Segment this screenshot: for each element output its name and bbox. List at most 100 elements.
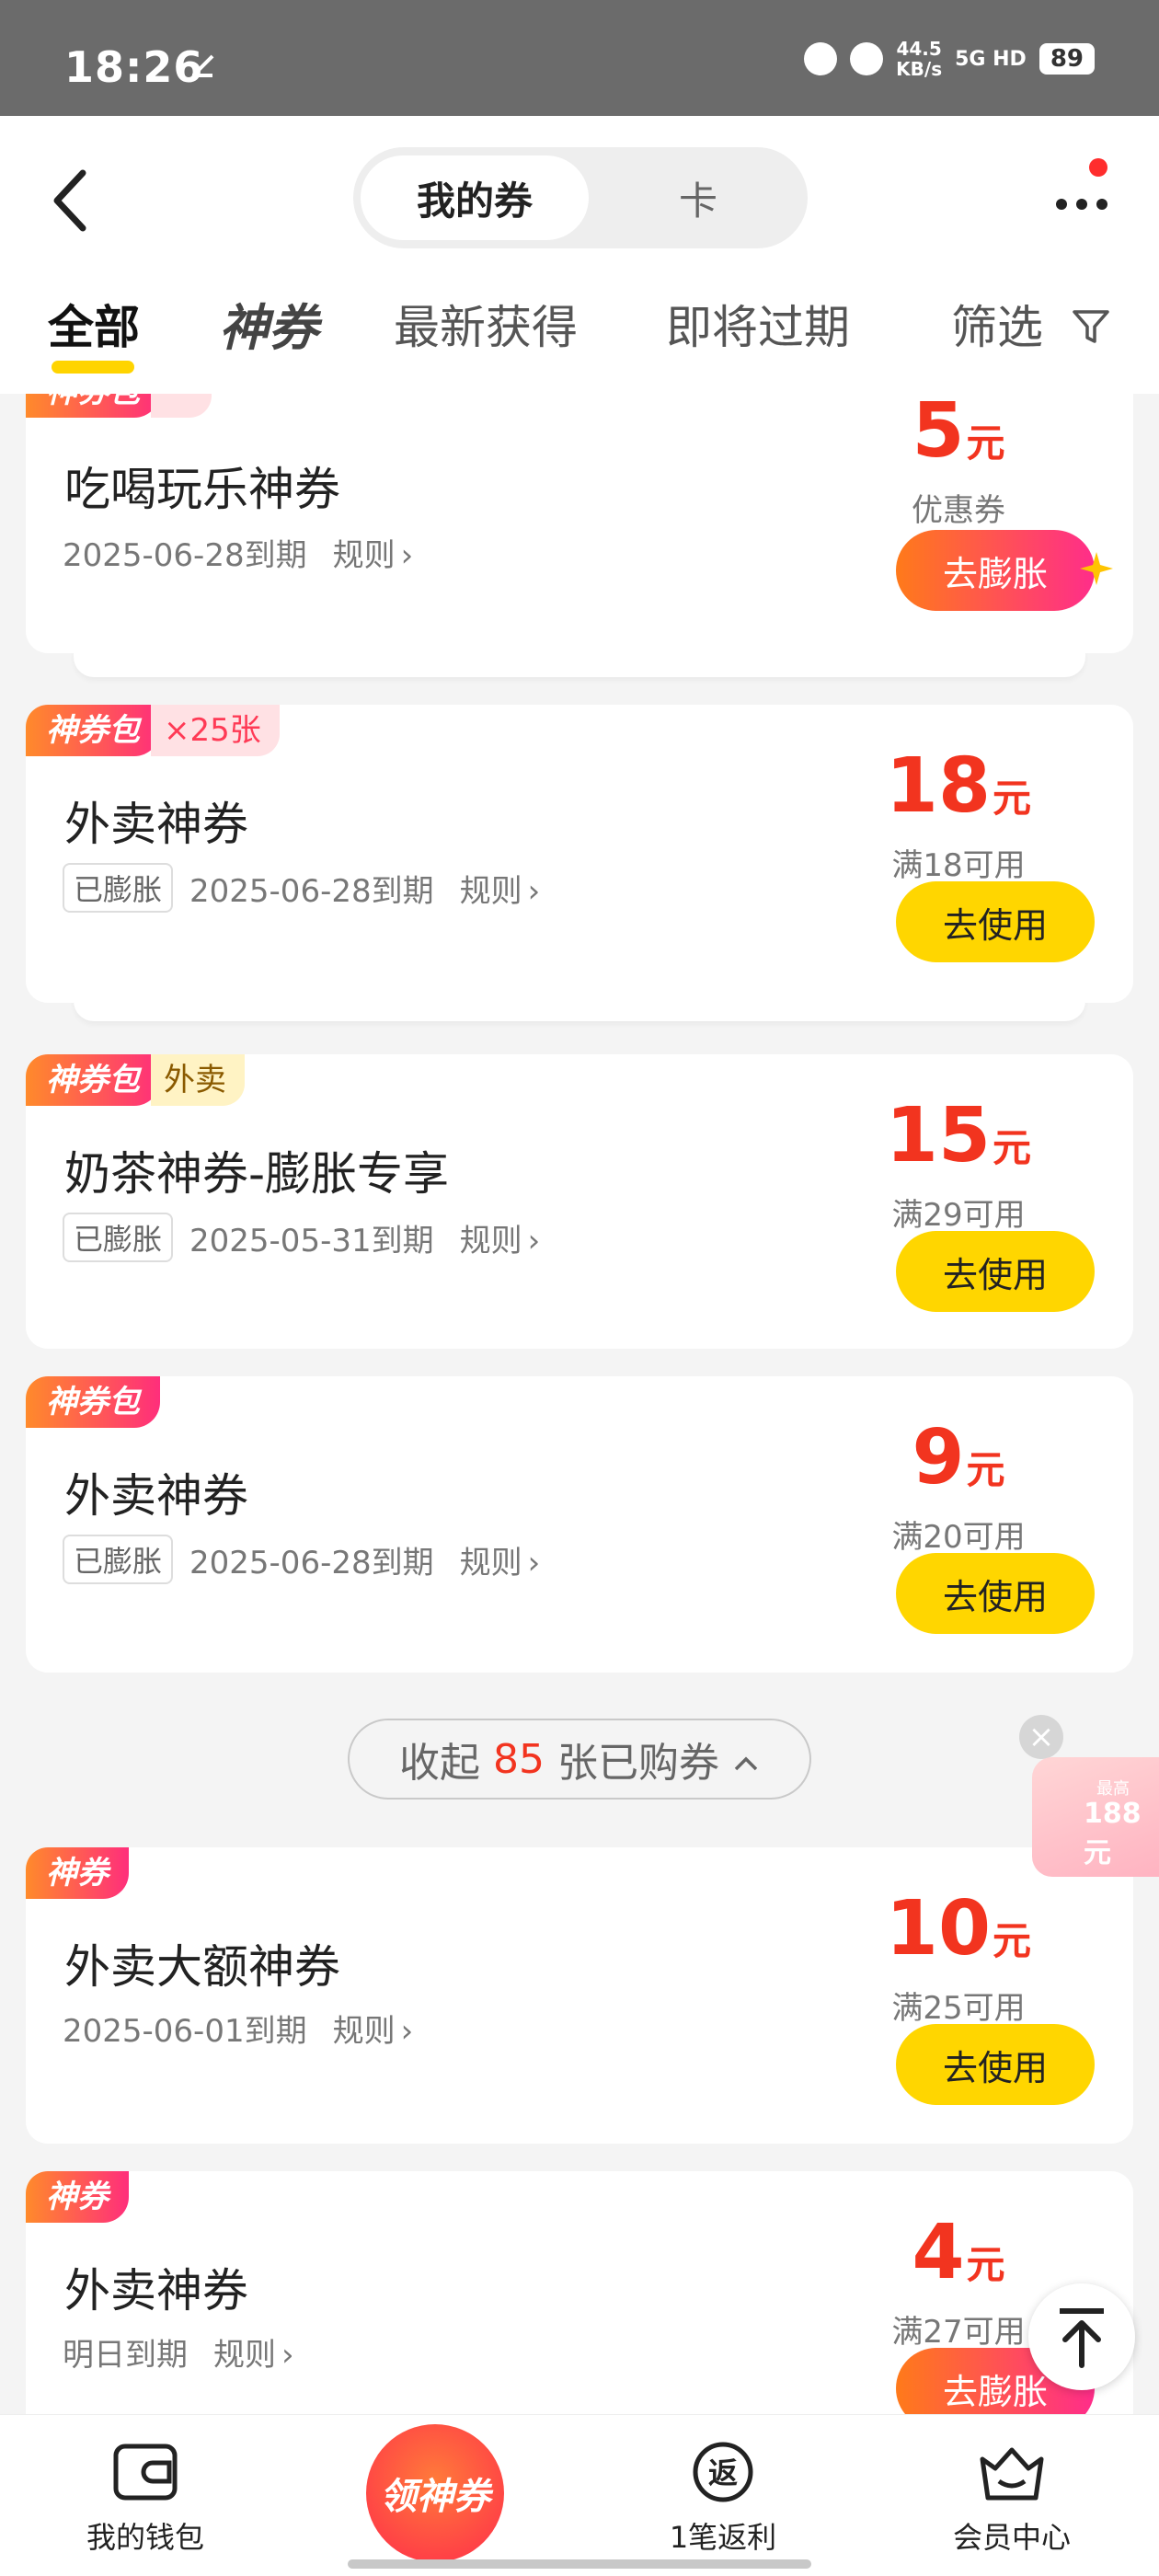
use-coupon-button[interactable]: 去使用 bbox=[896, 1553, 1095, 1634]
expanded-chip: 已膨胀 bbox=[63, 863, 174, 913]
coupon-card[interactable]: 神券包 吃喝玩乐神券 2025-06-28到期 规则› 5元 优惠券 去膨胀 bbox=[26, 394, 1133, 653]
wallet-icon bbox=[113, 2444, 178, 2501]
coupon-rule-link[interactable]: 规则 › bbox=[333, 2006, 414, 2051]
coupon-title: 外卖大额神券 bbox=[64, 1940, 340, 1994]
coupon-title: 外卖神券 bbox=[64, 798, 248, 851]
chevron-up-icon bbox=[732, 1736, 760, 1783]
status-bar: 18:26 44.5 KB/s 5G HD 89 bbox=[0, 0, 1159, 116]
expand-coupon-button[interactable]: 去膨胀 bbox=[896, 530, 1095, 611]
status-icons: 44.5 KB/s 5G HD 89 bbox=[804, 39, 1095, 79]
coupon-card[interactable]: 神券 外卖神券 明日到期 规则 › 4元 满27可用 去膨胀 bbox=[26, 2171, 1133, 2414]
chevron-right-icon: › bbox=[281, 2337, 294, 2374]
page-header: 我的券 卡 全部 神券 最新获得 即将过期 筛选 bbox=[0, 116, 1159, 394]
tab-expiring[interactable]: 即将过期 bbox=[666, 291, 850, 357]
floating-promo[interactable]: × 最高 188元 bbox=[1019, 1715, 1159, 1880]
coupon-tag: 神券 bbox=[26, 2171, 129, 2223]
coupon-tag: 神券包 bbox=[26, 705, 160, 756]
segment-cards[interactable]: 卡 bbox=[594, 155, 802, 240]
home-indicator bbox=[348, 2559, 811, 2569]
coupon-tags: 神券 bbox=[26, 2171, 129, 2223]
coupon-card[interactable]: 神券包 ×25张 外卖神券 已膨胀 2025-06-28到期 规则 › 18元 满… bbox=[26, 705, 1133, 1003]
bottom-nav: 我的钱包 领神券 返 1笔返利 会员中心 bbox=[0, 2414, 1159, 2576]
tab-shenquan[interactable]: 神券 bbox=[219, 287, 318, 360]
coupon-meta: 已膨胀 2025-06-28到期 规则 › bbox=[63, 863, 540, 913]
coupon-title: 外卖神券 bbox=[64, 2264, 248, 2317]
coupon-meta: 2025-06-28到期 规则 › bbox=[63, 530, 413, 575]
nav-get-coupons[interactable]: 领神券 bbox=[366, 2424, 504, 2562]
coupon-rule-link[interactable]: 规则 › bbox=[460, 1215, 541, 1260]
alarm-icon bbox=[804, 42, 838, 75]
coupon-title: 外卖神券 bbox=[64, 1469, 248, 1523]
network-type: 5G HD bbox=[955, 47, 1027, 71]
segment-my-coupons[interactable]: 我的券 bbox=[361, 155, 589, 240]
chevron-right-icon: › bbox=[400, 2013, 414, 2050]
coupon-rule-link[interactable]: 规则 › bbox=[333, 530, 414, 575]
coupon-amount: 5元 优惠券 bbox=[912, 394, 1005, 529]
close-icon[interactable]: × bbox=[1019, 1715, 1063, 1759]
coupon-meta: 2025-06-01到期 规则 › bbox=[63, 2006, 413, 2051]
coupon-tag: 神券 bbox=[26, 1847, 129, 1899]
coupon-amount: 15元 满29可用 bbox=[885, 1092, 1032, 1235]
notification-dot bbox=[1089, 158, 1107, 177]
status-time: 18:26 bbox=[64, 42, 204, 92]
coupon-tags: 神券包 bbox=[26, 1376, 160, 1428]
sparkle-icon bbox=[1078, 550, 1115, 587]
purchased-count: 85 bbox=[493, 1735, 545, 1783]
coupon-meta: 明日到期 规则 › bbox=[63, 2329, 294, 2375]
tab-active-indicator bbox=[52, 361, 134, 374]
use-coupon-button[interactable]: 去使用 bbox=[896, 1231, 1095, 1312]
coupon-rule-link[interactable]: 规则 › bbox=[213, 2329, 294, 2375]
coupon-expiry: 明日到期 bbox=[63, 2337, 188, 2374]
crown-basket-icon bbox=[980, 2447, 1044, 2501]
chevron-right-icon: › bbox=[527, 1544, 541, 1581]
coupon-tag-count: ×25张 bbox=[151, 705, 280, 756]
coupon-title: 吃喝玩乐神券 bbox=[64, 463, 340, 516]
filter-tabs: 全部 神券 最新获得 即将过期 筛选 bbox=[0, 291, 1159, 394]
coupon-expiry: 2025-06-01到期 bbox=[63, 2013, 307, 2050]
coupon-tags: 神券包 bbox=[26, 394, 212, 418]
chevron-right-icon: › bbox=[527, 872, 541, 910]
tab-filter[interactable]: 筛选 bbox=[951, 291, 1111, 358]
filter-label: 筛选 bbox=[951, 301, 1043, 354]
tab-all[interactable]: 全部 bbox=[48, 291, 140, 357]
expanded-chip: 已膨胀 bbox=[63, 1213, 174, 1262]
use-coupon-button[interactable]: 去使用 bbox=[896, 881, 1095, 962]
coupon-expiry: 2025-05-31到期 bbox=[189, 1222, 434, 1259]
coupon-tag-count bbox=[151, 394, 212, 418]
svg-text:返: 返 bbox=[708, 2455, 738, 2490]
collapse-suffix: 张已购券 bbox=[557, 1740, 719, 1787]
rebate-icon: 返 bbox=[693, 2442, 753, 2502]
coupon-title: 奶茶神券-膨胀专享 bbox=[64, 1147, 450, 1201]
coupon-meta: 已膨胀 2025-06-28到期 规则 › bbox=[63, 1535, 540, 1584]
arrow-up-icon bbox=[1060, 2308, 1104, 2368]
more-icon[interactable] bbox=[1052, 186, 1111, 223]
coupon-rule-link[interactable]: 规则 › bbox=[460, 1537, 541, 1582]
coupon-amount: 9元 满20可用 bbox=[891, 1414, 1026, 1557]
coupon-card[interactable]: 神券 外卖大额神券 2025-06-01到期 规则 › 10元 满25可用 去使用 bbox=[26, 1847, 1133, 2144]
nav-member[interactable]: 会员中心 bbox=[911, 2441, 1113, 2557]
collapse-label: 收起 bbox=[399, 1740, 480, 1787]
coupon-card[interactable]: 神券包 外卖神券 已膨胀 2025-06-28到期 规则 › 9元 满20可用 去… bbox=[26, 1376, 1133, 1673]
coupon-tag: 神券包 bbox=[26, 1376, 160, 1428]
expanded-chip: 已膨胀 bbox=[63, 1535, 174, 1584]
gift-badge[interactable]: 最高 188元 bbox=[1032, 1757, 1159, 1877]
mute-icon bbox=[850, 42, 884, 75]
use-coupon-button[interactable]: 去使用 bbox=[896, 2024, 1095, 2105]
chevron-right-icon: › bbox=[527, 1222, 541, 1259]
tab-newest[interactable]: 最新获得 bbox=[394, 291, 578, 357]
back-icon[interactable] bbox=[44, 164, 99, 237]
coupon-expiry: 2025-06-28到期 bbox=[189, 1544, 434, 1581]
nav-rebate[interactable]: 返 1笔返利 bbox=[622, 2441, 824, 2557]
nav-wallet[interactable]: 我的钱包 bbox=[44, 2441, 247, 2557]
chevron-right-icon: › bbox=[400, 537, 414, 574]
back-to-top-button[interactable] bbox=[1028, 2283, 1135, 2390]
coupon-rule-link[interactable]: 规则 › bbox=[460, 866, 541, 911]
coupon-tags: 神券包 外卖 bbox=[26, 1054, 245, 1106]
coupon-card[interactable]: 神券包 外卖 奶茶神券-膨胀专享 已膨胀 2025-05-31到期 规则 › 15… bbox=[26, 1054, 1133, 1349]
coupon-category-tag: 外卖 bbox=[151, 1054, 245, 1106]
coupon-list: 神券包 吃喝玩乐神券 2025-06-28到期 规则› 5元 优惠券 去膨胀 神… bbox=[0, 394, 1159, 2414]
collapse-purchased-button[interactable]: 收起 85 张已购券 bbox=[348, 1719, 811, 1800]
card-stack-shadow bbox=[74, 650, 1085, 677]
coupon-tags: 神券包 ×25张 bbox=[26, 705, 280, 756]
segment-control: 我的券 卡 bbox=[353, 147, 808, 248]
